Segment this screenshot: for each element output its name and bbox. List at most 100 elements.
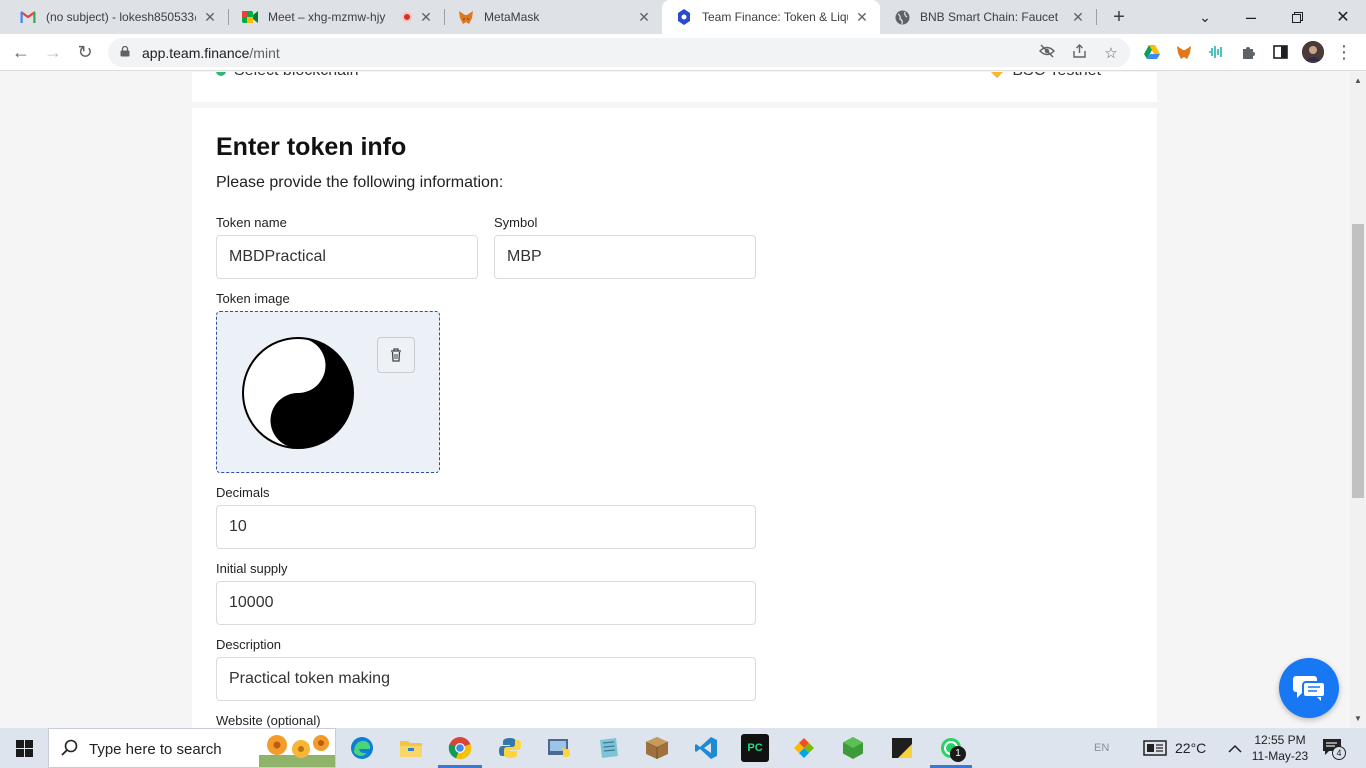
address-bar[interactable]: app.team.finance/mint ☆ [108, 38, 1130, 67]
close-tab-icon[interactable]: ✕ [202, 9, 218, 26]
tab-strip: (no subject) - lokesh850533@ ✕ Meet – xh… [0, 0, 1366, 34]
tab-title: Team Finance: Token & Liqui [702, 10, 848, 24]
extensions-puzzle-icon[interactable] [1239, 43, 1257, 61]
back-button[interactable]: ← [8, 39, 34, 65]
date-text: 11-May-23 [1251, 749, 1309, 763]
token-info-card: Enter token info Please provide the foll… [192, 108, 1157, 728]
chat-bubble-icon [1293, 676, 1326, 701]
time-text: 12:55 PM [1254, 733, 1306, 747]
temperature-text: 22°C [1175, 740, 1207, 756]
delete-image-button[interactable] [377, 337, 415, 373]
tab-search-icon[interactable]: ⌄ [1182, 0, 1228, 34]
bnb-icon [990, 72, 1005, 79]
blockchain-step-card: Select blockchain BSC Testnet [192, 72, 1157, 102]
selected-chain: BSC Testnet [990, 72, 1101, 80]
search-icon [61, 739, 78, 761]
reload-button[interactable]: ↻ [72, 39, 98, 65]
weather-icon [1143, 740, 1167, 756]
url-host: app.team.finance [142, 45, 250, 61]
search-placeholder: Type here to search [89, 741, 222, 758]
notification-count-badge: 4 [1332, 746, 1346, 760]
close-tab-icon[interactable]: ✕ [418, 9, 434, 26]
token-name-label: Token name [216, 215, 287, 230]
chrome-icon[interactable] [446, 734, 474, 762]
google-drive-icon[interactable] [1143, 43, 1161, 61]
taskbar-search-box[interactable]: Type here to search [48, 728, 336, 768]
tab-bnb-faucet[interactable]: BNB Smart Chain: Faucet ✕ [880, 0, 1096, 34]
clock[interactable]: 12:55 PM 11-May-23 [1248, 732, 1312, 764]
lock-icon[interactable] [120, 46, 130, 57]
tab-title: (no subject) - lokesh850533@ [46, 10, 196, 24]
close-tab-icon[interactable]: ✕ [636, 9, 652, 26]
decimals-label: Decimals [216, 485, 270, 500]
chat-support-button[interactable] [1279, 658, 1339, 718]
profile-avatar[interactable] [1302, 41, 1324, 63]
python-idle-icon[interactable] [545, 734, 573, 762]
audio-extension-icon[interactable] [1207, 43, 1225, 61]
page-title: Enter token info [216, 133, 407, 161]
whatsapp-badge: 1 [950, 746, 966, 762]
new-tab-button[interactable]: + [1108, 6, 1130, 28]
gmail-icon [20, 9, 36, 25]
notepad-icon[interactable] [594, 734, 622, 762]
symbol-input[interactable]: MBP [494, 235, 756, 279]
package-box-icon[interactable] [643, 734, 671, 762]
page-subtitle: Please provide the following information… [216, 174, 504, 191]
team-finance-icon [676, 9, 692, 25]
close-window-button[interactable]: ✕ [1320, 0, 1366, 34]
language-indicator[interactable]: EN [1094, 728, 1109, 768]
close-tab-icon[interactable]: ✕ [1070, 9, 1086, 26]
bookmark-star-icon[interactable]: ☆ [1102, 44, 1120, 62]
side-panel-icon[interactable] [1271, 43, 1289, 61]
url-text[interactable]: app.team.finance/mint [142, 45, 280, 61]
tab-title: MetaMask [484, 10, 540, 24]
initial-supply-label: Initial supply [216, 561, 288, 576]
tab-metamask[interactable]: MetaMask ✕ [444, 0, 662, 34]
weather-widget[interactable]: 22°C [1143, 728, 1206, 768]
decimals-input[interactable]: 10 [216, 505, 756, 549]
close-tab-icon[interactable]: ✕ [854, 9, 870, 26]
metamask-extension-icon[interactable] [1175, 43, 1193, 61]
tab-meet[interactable]: Meet – xhg-mzmw-hjy ✕ [228, 0, 444, 34]
edge-icon[interactable] [348, 734, 376, 762]
restore-button[interactable] [1274, 0, 1320, 34]
description-input[interactable]: Practical token making [216, 657, 756, 701]
tab-team-finance[interactable]: Team Finance: Token & Liqui ✕ [662, 0, 880, 34]
minimize-button[interactable]: – [1228, 0, 1274, 34]
browser-menu-icon[interactable]: ⋮ [1335, 42, 1353, 62]
forward-button[interactable]: → [40, 39, 66, 65]
vscode-icon[interactable] [692, 734, 720, 762]
token-image-dropzone[interactable] [216, 311, 440, 473]
multicolor-app-icon[interactable] [790, 734, 818, 762]
pycharm-icon[interactable]: PC [741, 734, 769, 762]
recording-icon [402, 12, 412, 22]
step-label: Select blockchain [234, 72, 359, 80]
show-hidden-icons-chevron-icon[interactable] [1228, 728, 1242, 768]
page-viewport: Select blockchain BSC Testnet Enter toke… [0, 72, 1350, 728]
token-name-input[interactable]: MBDPractical [216, 235, 478, 279]
step-select-blockchain: Select blockchain [216, 72, 359, 80]
token-image-label: Token image [216, 291, 290, 306]
tab-gmail[interactable]: (no subject) - lokesh850533@ ✕ [6, 0, 228, 34]
windows-logo-icon [15, 739, 33, 757]
scroll-down-arrow-icon[interactable]: ▼ [1352, 714, 1364, 723]
tab-title: BNB Smart Chain: Faucet [920, 10, 1059, 24]
meet-icon [242, 9, 258, 25]
notification-center-icon[interactable]: 4 [1322, 738, 1346, 760]
share-icon[interactable] [1070, 44, 1088, 62]
windows-taskbar: Type here to search PC 1 EN 22°C 12:55 P… [0, 728, 1366, 768]
eye-off-icon[interactable] [1038, 44, 1056, 62]
symbol-label: Symbol [494, 215, 538, 230]
description-label: Description [216, 637, 282, 652]
browser-toolbar: ← → ↻ app.team.finance/mint ☆ ⋮ [0, 34, 1366, 71]
trash-icon [391, 348, 401, 362]
green-hexagon-app-icon[interactable] [839, 734, 867, 762]
scrollbar-thumb[interactable] [1352, 224, 1364, 498]
python-icon[interactable] [496, 734, 524, 762]
scroll-up-arrow-icon[interactable]: ▲ [1352, 76, 1364, 85]
initial-supply-input[interactable]: 10000 [216, 581, 756, 625]
start-button[interactable] [0, 728, 48, 768]
tab-divider [1096, 9, 1097, 25]
sticky-notes-icon[interactable] [888, 734, 916, 762]
file-explorer-icon[interactable] [397, 734, 425, 762]
